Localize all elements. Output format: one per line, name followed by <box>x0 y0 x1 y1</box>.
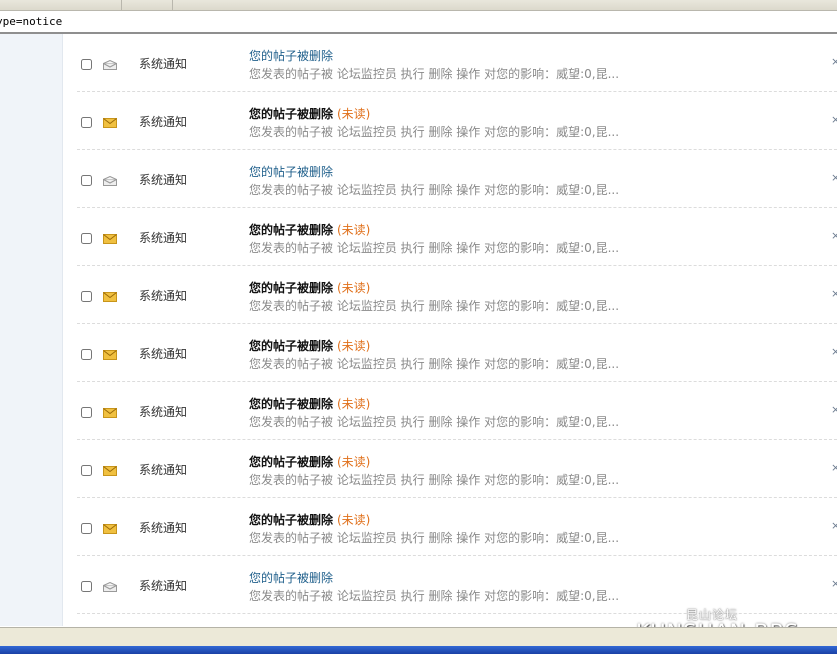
select-checkbox[interactable] <box>81 291 92 302</box>
notice-row: 系统通知 您的帖子被删除 (未读) 您发表的帖子被 论坛监控员 执行 删除 操作 对您… <box>77 382 837 440</box>
notice-row: 系统通知 您的帖子被删除您发表的帖子被 论坛监控员 执行 删除 操作 对您的影响：… <box>77 150 837 208</box>
notice-title-link[interactable]: 您的帖子被删除 <box>249 221 333 238</box>
envelope-open-icon <box>103 582 117 592</box>
notice-type: 系统通知 <box>139 521 188 535</box>
delete-notice-icon[interactable]: × <box>831 403 837 416</box>
unread-badge: (未读) <box>337 223 371 237</box>
select-checkbox[interactable] <box>81 233 92 244</box>
unread-badge: (未读) <box>337 107 371 121</box>
left-sidebar <box>0 34 63 626</box>
select-checkbox[interactable] <box>81 465 92 476</box>
notice-summary: 您发表的帖子被 论坛监控员 执行 删除 操作 对您的影响：威望:0,昆... <box>249 415 620 429</box>
notice-title-link[interactable]: 您的帖子被删除 <box>249 163 333 180</box>
taskbar <box>0 646 837 654</box>
envelope-unread-icon <box>103 234 117 244</box>
notice-type: 系统通知 <box>139 231 188 245</box>
notice-list: 系统通知 您的帖子被删除 您发表的帖子被 论坛监控员 执行 删除 操作 对您的影响：… <box>77 34 837 626</box>
notice-summary: 您发表的帖子被 论坛监控员 执行 删除 操作 对您的影响：威望:0,昆... <box>249 357 620 371</box>
delete-notice-icon[interactable]: × <box>831 229 837 242</box>
toolbar-separator <box>172 0 173 10</box>
envelope-unread-icon <box>103 466 117 476</box>
select-checkbox[interactable] <box>81 59 92 70</box>
envelope-unread-icon <box>103 118 117 128</box>
notice-title-link[interactable]: 您的帖子被删除 <box>249 453 333 470</box>
envelope-unread-icon <box>103 350 117 360</box>
notice-summary: 您发表的帖子被 论坛监控员 执行 删除 操作 对您的影响：威望:0,昆... <box>249 67 620 81</box>
select-checkbox[interactable] <box>81 175 92 186</box>
notice-summary: 您发表的帖子被 论坛监控员 执行 删除 操作 对您的影响：威望:0,昆... <box>249 299 620 313</box>
notice-type: 系统通知 <box>139 173 188 187</box>
notice-row: 系统通知 您的帖子被删除 (未读) 您发表的帖子被 论坛监控员 执行 删除 操作 对您… <box>77 208 837 266</box>
browser-toolbar <box>0 0 837 11</box>
notice-type: 系统通知 <box>139 579 188 593</box>
delete-notice-icon[interactable]: × <box>831 577 837 590</box>
unread-badge: (未读) <box>337 339 371 353</box>
notice-type: 系统通知 <box>139 463 188 477</box>
notice-summary: 您发表的帖子被 论坛监控员 执行 删除 操作 对您的影响：威望:0,昆... <box>249 183 620 197</box>
browser-status-bar <box>0 627 837 647</box>
notice-row: 系统通知 您的帖子被删除 (未读) 您发表的帖子被 论坛监控员 执行 删除 操作 对您… <box>77 266 837 324</box>
notice-summary: 您发表的帖子被 论坛监控员 执行 删除 操作 对您的影响：威望:0,昆... <box>249 589 620 603</box>
page-viewport: 系统通知 您的帖子被删除 您发表的帖子被 论坛监控员 执行 删除 操作 对您的影响：… <box>0 34 837 626</box>
notice-title-link[interactable]: 您的帖子被删除 <box>249 511 333 528</box>
notice-title-link[interactable]: 您的帖子被删除 <box>249 569 333 586</box>
notice-row: 系统通知 您的帖子被删除 (未读) 您发表的帖子被 论坛监控员 执行 删除 操作 对您… <box>77 92 837 150</box>
toolbar-separator <box>121 0 122 10</box>
delete-notice-icon[interactable]: × <box>831 519 837 532</box>
address-bar[interactable]: ype=notice <box>0 11 837 34</box>
notice-summary: 您发表的帖子被 论坛监控员 执行 删除 操作 对您的影响：威望:0,昆... <box>249 531 620 545</box>
notice-type: 系统通知 <box>139 289 188 303</box>
notice-type: 系统通知 <box>139 405 188 419</box>
notice-row: 系统通知 您的帖子被删除 (未读) 您发表的帖子被 论坛监控员 执行 删除 操作 对您… <box>77 498 837 556</box>
notice-row: 系统通知 您的帖子被删除您发表的帖子被 论坛监控员 执行 删除 操作 对您的影响：… <box>77 556 837 614</box>
delete-notice-icon[interactable]: × <box>831 461 837 474</box>
envelope-open-icon <box>103 60 117 70</box>
notice-row: 系统通知 您的帖子被删除 (未读) 您发表的帖子被 论坛监控员 执行 删除 操作 对您… <box>77 440 837 498</box>
envelope-unread-icon <box>103 292 117 302</box>
delete-notice-icon[interactable]: × <box>831 113 837 126</box>
notice-title-link[interactable]: 您的帖子被删除 <box>249 337 333 354</box>
delete-notice-icon[interactable]: × <box>831 171 837 184</box>
delete-notice-icon[interactable]: × <box>831 287 837 300</box>
notice-row: 您的帖子被删除(未读) <box>77 614 837 626</box>
notice-row: 系统通知 您的帖子被删除您发表的帖子被 论坛监控员 执行 删除 操作 对您的影响：… <box>77 34 837 92</box>
select-checkbox[interactable] <box>81 117 92 128</box>
notice-summary: 您发表的帖子被 论坛监控员 执行 删除 操作 对您的影响：威望:0,昆... <box>249 473 620 487</box>
notice-title-link[interactable]: 您的帖子被删除 <box>249 47 333 64</box>
select-checkbox[interactable] <box>81 581 92 592</box>
address-text: ype=notice <box>0 15 63 28</box>
unread-badge: (未读) <box>337 455 371 469</box>
delete-notice-icon[interactable]: × <box>831 55 837 68</box>
envelope-unread-icon <box>103 408 117 418</box>
select-checkbox[interactable] <box>81 523 92 534</box>
notice-title-link[interactable]: 您的帖子被删除 <box>249 279 333 296</box>
notice-summary: 您发表的帖子被 论坛监控员 执行 删除 操作 对您的影响：威望:0,昆... <box>249 125 620 139</box>
notice-title-link[interactable]: 您的帖子被删除 <box>249 395 333 412</box>
notice-row: 系统通知 您的帖子被删除 (未读) 您发表的帖子被 论坛监控员 执行 删除 操作 对您… <box>77 324 837 382</box>
notice-summary: 您发表的帖子被 论坛监控员 执行 删除 操作 对您的影响：威望:0,昆... <box>249 241 620 255</box>
notice-type: 系统通知 <box>139 347 188 361</box>
select-checkbox[interactable] <box>81 407 92 418</box>
delete-notice-icon[interactable]: × <box>831 345 837 358</box>
unread-badge: (未读) <box>337 513 371 527</box>
notice-type: 系统通知 <box>139 57 188 71</box>
envelope-unread-icon <box>103 524 117 534</box>
unread-badge: (未读) <box>337 281 371 295</box>
select-checkbox[interactable] <box>81 349 92 360</box>
envelope-open-icon <box>103 176 117 186</box>
notice-type: 系统通知 <box>139 115 188 129</box>
notice-title-link[interactable]: 您的帖子被删除 <box>249 105 333 122</box>
unread-badge: (未读) <box>337 397 371 411</box>
